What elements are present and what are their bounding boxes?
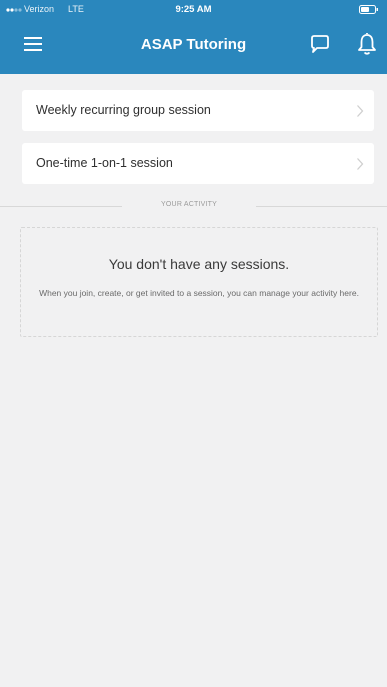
status-time: 9:25 AM: [175, 4, 212, 15]
navigation-bar: ASAP Tutoring: [0, 20, 387, 74]
option-label: Weekly recurring group session: [36, 103, 211, 117]
activity-empty-state: You don't have any sessions. When you jo…: [20, 227, 378, 337]
chevron-right-icon: [357, 158, 364, 170]
one-on-one-session-option[interactable]: One-time 1-on-1 session: [22, 143, 374, 184]
bell-icon: [358, 33, 376, 55]
weekly-group-session-option[interactable]: Weekly recurring group session: [22, 90, 374, 131]
chevron-right-icon: [357, 105, 364, 117]
app-header: Verizon LTE 9:25 AM ASAP Tutoring: [0, 0, 387, 74]
option-label: One-time 1-on-1 session: [36, 156, 173, 170]
app-screen: Verizon LTE 9:25 AM ASAP Tutoring Weekly…: [0, 0, 387, 687]
status-bar: Verizon LTE 9:25 AM: [0, 0, 387, 20]
section-label: YOUR ACTIVITY: [161, 201, 217, 208]
empty-state-description: When you join, create, or get invited to…: [39, 288, 359, 298]
notifications-button[interactable]: [356, 31, 378, 57]
battery-icon: [359, 5, 378, 14]
divider-line: [256, 206, 387, 207]
divider-line: [0, 206, 122, 207]
chat-bubble-icon: [311, 35, 329, 53]
chat-button[interactable]: [309, 33, 331, 55]
empty-state-title: You don't have any sessions.: [108, 256, 290, 272]
